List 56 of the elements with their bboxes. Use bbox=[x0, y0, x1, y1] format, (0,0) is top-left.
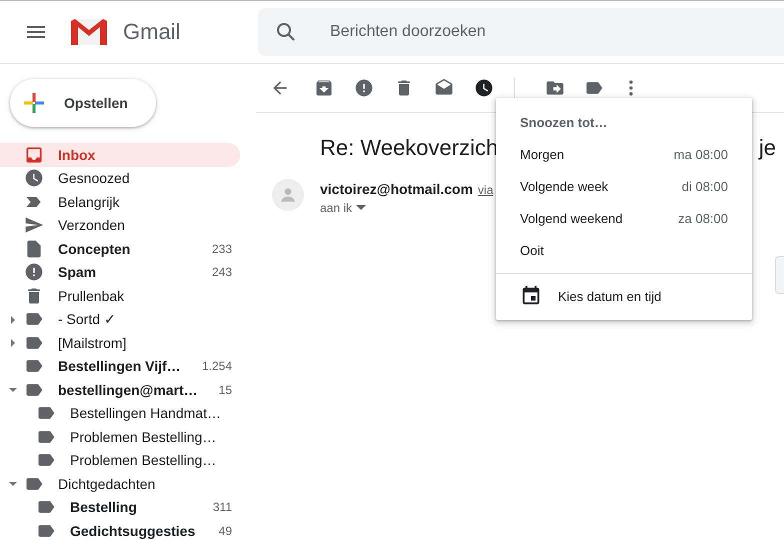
nav-item[interactable]: Prullenbak bbox=[0, 284, 240, 308]
menu-item[interactable]: Ooit bbox=[496, 234, 752, 266]
nav-item[interactable]: Inbox bbox=[0, 143, 240, 166]
menu-item[interactable]: Volgende week di 08:00 bbox=[496, 170, 752, 202]
clock-icon bbox=[24, 168, 44, 188]
send-icon bbox=[24, 215, 44, 236]
nav-item[interactable]: Concepten 233 bbox=[0, 237, 240, 260]
via-link[interactable]: via bbox=[478, 183, 494, 197]
inbox-icon bbox=[24, 144, 44, 165]
menu-item[interactable]: Volgend weekend za 08:00 bbox=[496, 202, 752, 234]
caret-icon[interactable] bbox=[8, 385, 18, 395]
logo-icon bbox=[70, 18, 108, 46]
menu-item[interactable]: Morgen ma 08:00 bbox=[496, 138, 752, 170]
nav-item[interactable]: Gedichtsuggesties 49 bbox=[0, 519, 240, 542]
message-count: 243 bbox=[212, 265, 232, 280]
snooze-time: di 08:00 bbox=[682, 178, 728, 194]
caret-icon[interactable] bbox=[8, 479, 18, 489]
plus-icon bbox=[24, 93, 44, 113]
nav-item[interactable]: Problemen Bestelling… bbox=[0, 448, 240, 472]
nav-item[interactable]: Bestellingen Vijf… 1.254 bbox=[0, 354, 240, 378]
message-count: 15 bbox=[218, 382, 232, 397]
nav-item[interactable]: Bestellingen Handmat… bbox=[0, 402, 240, 425]
email-subject: Re: Weekoverzich bbox=[320, 135, 498, 161]
caret-icon[interactable] bbox=[8, 314, 18, 324]
snooze-icon[interactable] bbox=[474, 78, 494, 98]
nav-item[interactable]: Belangrijk bbox=[0, 190, 240, 214]
caret-icon[interactable] bbox=[356, 205, 366, 211]
caret-icon[interactable] bbox=[8, 338, 18, 348]
nav-item[interactable]: Spam 243 bbox=[0, 260, 240, 284]
nav-item[interactable]: Dichtgedachten bbox=[0, 472, 240, 496]
nav-item[interactable]: Verzonden bbox=[0, 214, 240, 237]
sender-email: victoirez@hotmail.com bbox=[320, 181, 473, 197]
app-name: Gmail bbox=[123, 19, 182, 45]
menu-title: Snoozen tot… bbox=[519, 114, 608, 132]
email-subject: je bbox=[758, 135, 776, 161]
calendar-icon bbox=[520, 285, 542, 307]
nav-item[interactable]: bestellingen@mart… 15 bbox=[0, 378, 240, 402]
nav-item[interactable]: Problemen Bestelling… bbox=[0, 425, 240, 448]
message-count: 1.254 bbox=[202, 359, 232, 374]
message-count: 233 bbox=[212, 242, 232, 256]
message-count: 311 bbox=[212, 500, 232, 514]
report-spam-icon[interactable] bbox=[354, 78, 374, 98]
message-count: 49 bbox=[218, 524, 232, 538]
recipient-text: aan ik bbox=[320, 201, 352, 215]
nav-item[interactable]: Gesnoozed bbox=[0, 166, 240, 190]
menu-item[interactable]: Kies datum en tijd bbox=[496, 280, 752, 312]
search-field[interactable]: Berichten doorzoeken bbox=[258, 8, 784, 56]
compose-button[interactable]: Opstellen bbox=[10, 79, 156, 127]
archive-icon[interactable] bbox=[314, 78, 334, 98]
nav-item[interactable]: [Mailstrom] bbox=[0, 331, 240, 354]
nav-item[interactable]: Bestelling 311 bbox=[0, 496, 240, 519]
spam-icon bbox=[24, 262, 44, 282]
avatar-icon bbox=[272, 179, 304, 211]
snooze-time: ma 08:00 bbox=[674, 146, 728, 162]
snooze-time: za 08:00 bbox=[678, 210, 728, 226]
nav-item[interactable]: - Sortd ✓ bbox=[0, 308, 240, 331]
